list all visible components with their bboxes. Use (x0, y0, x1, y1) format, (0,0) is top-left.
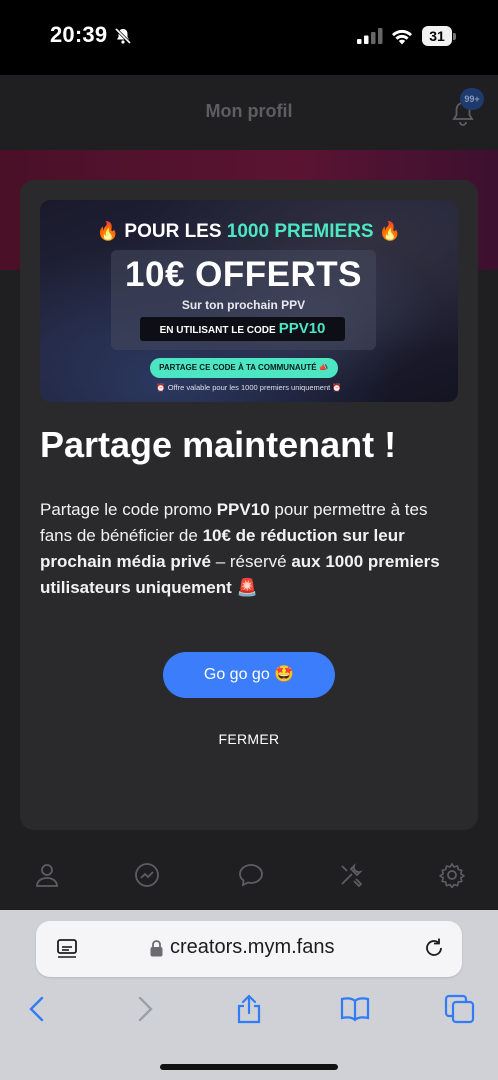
modal-body-text: Partage le code promo (40, 500, 217, 519)
status-bar: 20:39 31 (0, 0, 498, 75)
chat-icon[interactable] (238, 862, 264, 888)
tools-icon[interactable] (338, 862, 364, 888)
battery-level: 31 (429, 28, 445, 44)
url-text[interactable]: creators.mym.fans (170, 936, 334, 959)
back-arrow-icon[interactable] (24, 994, 52, 1024)
modal-body-text: – réservé (211, 552, 292, 571)
trending-icon[interactable] (134, 862, 160, 888)
wifi-icon (392, 29, 412, 45)
go-go-go-label: Go go go (203, 666, 270, 683)
promo-code-pill: EN UTILISANT LE CODE PPV10 (140, 317, 345, 341)
fire-icon: 🔥 (378, 221, 402, 241)
reload-icon[interactable] (423, 937, 445, 959)
notification-badge: 99+ (460, 88, 484, 110)
home-indicator (160, 1064, 338, 1070)
offer-subtitle: Sur ton prochain PPV (181, 298, 306, 312)
fire-icon: 🔥 (96, 221, 120, 241)
bell-muted-icon (114, 27, 132, 45)
share-code-label: PARTAGE CE CODE À TA COMMUNAUTÉ (159, 363, 317, 372)
share-code-pill: PARTAGE CE CODE À TA COMMUNAUTÉ 📣 (150, 358, 338, 378)
banner-headline-prefix: POUR LES (124, 221, 227, 242)
close-modal-button[interactable]: FERMER (150, 731, 348, 747)
cellular-signal-icon (357, 28, 383, 44)
page-menu-icon[interactable] (57, 939, 79, 959)
alarm-clock-icon: ⏰ (156, 383, 166, 392)
status-time: 20:39 (50, 22, 108, 47)
banner-headline: 🔥 POUR LES 1000 PREMIERS 🔥 (40, 221, 458, 243)
go-go-go-button[interactable]: Go go go 🤩 (163, 652, 335, 698)
star-struck-emoji-icon: 🤩 (274, 666, 295, 683)
lock-icon (150, 940, 163, 957)
battery-icon: 31 (422, 26, 456, 46)
megaphone-icon: 📣 (318, 363, 329, 372)
settings-gear-icon[interactable] (439, 862, 465, 888)
forward-arrow-icon[interactable] (130, 994, 158, 1024)
tabs-icon[interactable] (444, 994, 476, 1024)
promo-code-value: PPV10 (278, 320, 326, 337)
alarm-clock-icon: ⏰ (332, 383, 342, 392)
offer-amount: 10€ OFFERTS (125, 255, 362, 294)
bookmarks-icon[interactable] (339, 994, 371, 1024)
modal-title: Partage maintenant ! (40, 424, 397, 465)
promo-code-label: EN UTILISANT LE CODE (159, 325, 276, 336)
banner-headline-highlight: 1000 PREMIERS (226, 221, 374, 242)
banner-footnote: ⏰ Offre valable pour les 1000 premiers u… (40, 383, 458, 392)
user-icon[interactable] (34, 862, 60, 888)
siren-icon: 🚨 (236, 578, 258, 597)
modal-body-code: PPV10 (216, 500, 270, 519)
page-title: Mon profil (205, 101, 293, 121)
share-icon[interactable] (235, 994, 263, 1024)
modal-description: Partage le code promo PPV10 pour permett… (40, 497, 460, 601)
banner-footnote-text: Offre valable pour les 1000 premiers uni… (167, 383, 331, 392)
